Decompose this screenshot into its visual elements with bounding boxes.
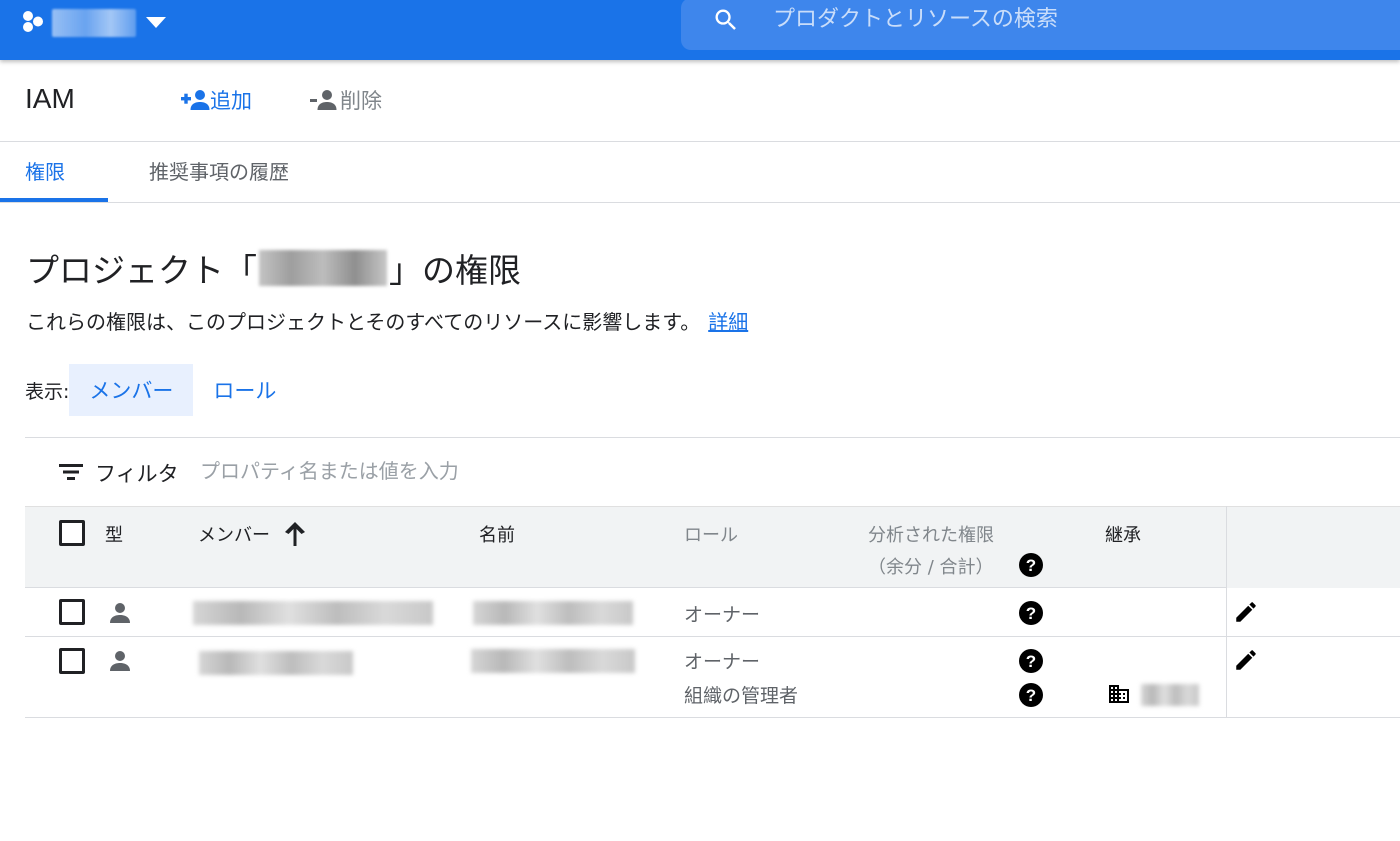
dropdown-caret-icon <box>146 17 166 28</box>
active-tab-indicator <box>0 198 108 202</box>
section-title-prefix: プロジェクト「 <box>26 251 257 290</box>
member-name-redacted <box>473 601 633 625</box>
project-hexagon-icon <box>23 11 43 32</box>
role-organization-admin: 組織の管理者 <box>684 685 799 707</box>
search-input[interactable] <box>773 1 1373 37</box>
person-remove-icon <box>310 90 337 110</box>
role-owner: オーナー <box>684 651 761 673</box>
member-email-redacted <box>193 601 433 625</box>
column-header-member[interactable]: メンバー <box>198 521 306 547</box>
view-by-roles-button[interactable]: ロール <box>193 364 296 416</box>
project-name-redacted <box>52 9 136 37</box>
organization-building-icon <box>1109 685 1129 703</box>
action-column-divider <box>1226 506 1227 718</box>
row-checkbox[interactable] <box>59 599 85 625</box>
search-bar[interactable] <box>681 0 1400 50</box>
view-toggle-group: 表示: メンバー ロール <box>25 364 296 416</box>
row-checkbox[interactable] <box>59 648 85 674</box>
action-column-header <box>1227 507 1400 588</box>
filter-bar: フィルタ <box>25 437 1400 506</box>
section-description: これらの権限は、このプロジェクトとそのすべてのリソースに影響します。 詳細 <box>26 306 748 335</box>
remove-member-button[interactable]: 削除 <box>308 85 382 115</box>
tab-bar: 権限 推奨事項の履歴 <box>0 142 1400 203</box>
filter-icon <box>59 464 83 480</box>
filter-input[interactable] <box>200 454 700 488</box>
section-title: プロジェクト「 」の権限 <box>26 244 521 292</box>
column-header-name: 名前 <box>479 525 515 546</box>
organization-name-redacted <box>1141 684 1199 706</box>
edit-pencil-icon[interactable] <box>1233 599 1259 625</box>
help-icon[interactable]: ? <box>1018 600 1044 626</box>
table-header: 型 メンバー 名前 ロール 分析された権限 （余分 / 合計） ? 継承 <box>25 506 1400 588</box>
top-app-bar <box>0 0 1400 60</box>
page-title: IAM <box>25 83 75 114</box>
table-row: オーナー ? <box>25 588 1400 637</box>
table-row: オーナー 組織の管理者 ? ? <box>25 637 1400 718</box>
column-header-analyzed-permissions: 分析された権限 <box>868 525 994 546</box>
tab-recommendation-history[interactable]: 推奨事項の履歴 <box>149 156 289 185</box>
member-column-label: メンバー <box>198 525 270 546</box>
column-header-role: ロール <box>684 525 738 546</box>
member-name-redacted <box>471 649 635 673</box>
edit-pencil-icon[interactable] <box>1233 647 1259 673</box>
page-header: IAM 追加 削除 <box>0 60 1400 142</box>
column-header-analyzed-sub: （余分 / 合計） <box>868 557 994 578</box>
select-all-checkbox[interactable] <box>59 520 85 546</box>
search-icon <box>715 9 736 30</box>
add-member-button[interactable]: 追加 <box>180 85 252 115</box>
svg-text:?: ? <box>1026 686 1036 705</box>
section-title-suffix: 」の権限 <box>389 251 521 290</box>
project-switcher[interactable] <box>20 8 166 38</box>
column-header-inheritance: 継承 <box>1105 525 1141 546</box>
person-icon <box>110 603 130 623</box>
svg-text:?: ? <box>1026 604 1036 623</box>
remove-member-label: 削除 <box>340 89 382 113</box>
person-icon <box>110 651 130 671</box>
sort-ascending-arrow-icon <box>285 522 305 546</box>
help-icon[interactable]: ? <box>1018 648 1044 674</box>
person-add-icon <box>181 90 210 110</box>
members-table: 型 メンバー 名前 ロール 分析された権限 （余分 / 合計） ? 継承 オーナ… <box>25 506 1400 718</box>
tab-permissions[interactable]: 権限 <box>25 156 65 185</box>
help-icon[interactable]: ? <box>1018 552 1044 578</box>
view-by-members-button[interactable]: メンバー <box>69 364 194 416</box>
member-email-redacted <box>199 651 353 675</box>
details-link[interactable]: 詳細 <box>708 310 748 334</box>
svg-text:?: ? <box>1026 556 1036 575</box>
add-member-label: 追加 <box>210 89 252 113</box>
column-header-type: 型 <box>105 525 123 546</box>
description-text: これらの権限は、このプロジェクトとそのすべてのリソースに影響します。 <box>26 310 701 334</box>
view-label: 表示: <box>25 380 70 403</box>
project-name-redacted <box>259 250 387 286</box>
svg-text:?: ? <box>1026 652 1036 671</box>
help-icon[interactable]: ? <box>1018 682 1044 708</box>
role-owner: オーナー <box>684 604 761 626</box>
filter-label: フィルタ <box>95 462 179 486</box>
